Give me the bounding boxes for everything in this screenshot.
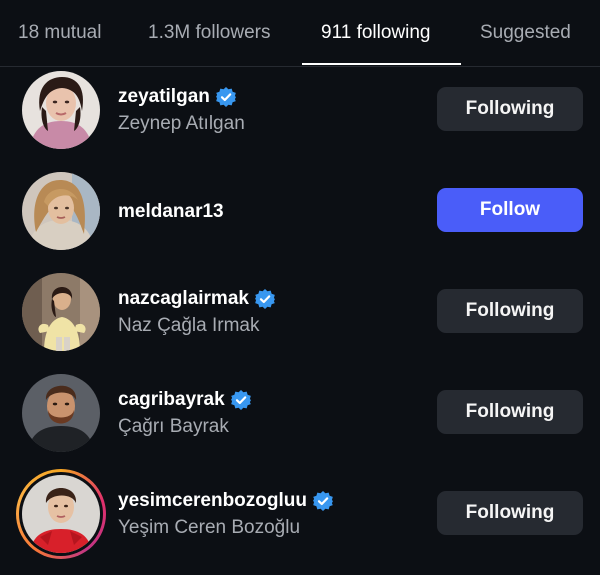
avatar[interactable]: [22, 374, 100, 452]
tab-suggested[interactable]: Suggested: [480, 22, 571, 44]
tab-followers[interactable]: 1.3M followers: [148, 22, 271, 44]
username-text: yesimcerenbozogluu: [118, 490, 307, 511]
full-name: Çağrı Bayrak: [118, 416, 229, 437]
full-name: Yeşim Ceren Bozoğlu: [118, 517, 301, 538]
verified-badge-icon: [215, 87, 236, 107]
active-tab-indicator: [302, 63, 461, 65]
following-tabs: 18 mutual 1.3M followers 911 following S…: [0, 0, 600, 67]
list-item[interactable]: zeyatilgan Zeynep Atılgan Following: [0, 71, 600, 171]
full-name: Zeynep Atılgan: [118, 113, 245, 134]
following-button[interactable]: Following: [437, 491, 583, 535]
username[interactable]: nazcaglairmak: [118, 288, 275, 310]
verified-badge-icon: [313, 491, 333, 511]
tab-mutual[interactable]: 18 mutual: [18, 22, 101, 44]
username-text: nazcaglairmak: [118, 288, 249, 309]
following-button[interactable]: Following: [437, 87, 583, 131]
list-item[interactable]: meldanar13 Follow: [0, 172, 600, 272]
username[interactable]: yesimcerenbozogluu: [118, 490, 333, 512]
tab-following[interactable]: 911 following: [321, 22, 431, 44]
full-name: Naz Çağla Irmak: [118, 315, 260, 336]
verified-badge-icon: [254, 289, 275, 309]
avatar[interactable]: [22, 273, 100, 351]
avatar[interactable]: [22, 172, 100, 250]
avatar[interactable]: [22, 71, 100, 149]
username[interactable]: meldanar13: [118, 201, 224, 223]
avatar[interactable]: [22, 475, 100, 553]
username-text: cagribayrak: [118, 389, 225, 410]
list-item[interactable]: cagribayrak Çağrı Bayrak Following: [0, 374, 600, 474]
following-button[interactable]: Following: [437, 289, 583, 333]
list-item[interactable]: yesimcerenbozogluu Yeşim Ceren Bozoğlu F…: [0, 469, 600, 575]
list-item[interactable]: nazcaglairmak Naz Çağla Irmak Following: [0, 273, 600, 373]
username-text: meldanar13: [118, 201, 224, 222]
username[interactable]: zeyatilgan: [118, 86, 236, 108]
follow-button[interactable]: Follow: [437, 188, 583, 232]
username-text: zeyatilgan: [118, 86, 210, 107]
verified-badge-icon: [230, 390, 251, 410]
username[interactable]: cagribayrak: [118, 389, 251, 411]
following-button[interactable]: Following: [437, 390, 583, 434]
